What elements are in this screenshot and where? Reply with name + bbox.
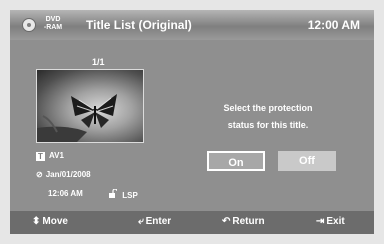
title-thumbnail (36, 69, 144, 143)
enter-icon: ⤶ (138, 216, 144, 227)
enter-hint: ⤶ Enter (138, 216, 171, 227)
message-line-1: Select the protection (223, 103, 313, 113)
exit-label: Exit (326, 216, 345, 227)
protection-message: Select the protection status for this ti… (198, 100, 338, 134)
title-counter: 1/1 (92, 57, 105, 67)
date-row: ⊘ Jan/01/2008 (36, 170, 91, 179)
title-name-row: T AV1 (36, 151, 64, 161)
butterfly-image (37, 94, 117, 142)
disc-type-label: DVD -RAM (40, 16, 66, 32)
title-bar: DVD -RAM Title List (Original) 12:00 AM (10, 10, 374, 40)
exit-icon: ⇥ (316, 216, 325, 227)
tv-screen: DVD -RAM Title List (Original) 12:00 AM … (10, 10, 374, 234)
bottom-hint-bar: ⬍ Move ⤶ Enter ↶ Return ⇥ Exit (10, 211, 374, 234)
return-hint: ↶ Return (222, 216, 265, 227)
exit-hint: ⇥ Exit (316, 216, 345, 227)
clock: 12:00 AM (307, 18, 360, 32)
disc-icon (22, 18, 36, 32)
on-button[interactable]: On (207, 151, 265, 171)
record-date: Jan/01/2008 (45, 170, 91, 179)
unlock-icon (108, 188, 119, 200)
message-line-2: status for this title. (227, 120, 309, 130)
disc-type-line1: DVD (45, 16, 61, 23)
return-label: Return (232, 216, 265, 227)
disc-type-line2: -RAM (43, 24, 63, 31)
off-button[interactable]: Off (278, 151, 336, 171)
record-time: 12:06 AM (48, 189, 83, 198)
enter-label: Enter (145, 216, 172, 227)
move-label: Move (42, 216, 68, 227)
record-mode: LSP (122, 191, 138, 200)
move-hint: ⬍ Move (32, 216, 68, 227)
mode-row: LSP (108, 188, 138, 200)
return-icon: ↶ (222, 216, 231, 227)
page-title: Title List (Original) (86, 18, 192, 32)
updown-arrow-icon: ⬍ (32, 216, 41, 227)
title-name: AV1 (49, 151, 64, 160)
clock-icon: ⊘ (36, 170, 43, 179)
title-t-icon: T (36, 152, 45, 161)
